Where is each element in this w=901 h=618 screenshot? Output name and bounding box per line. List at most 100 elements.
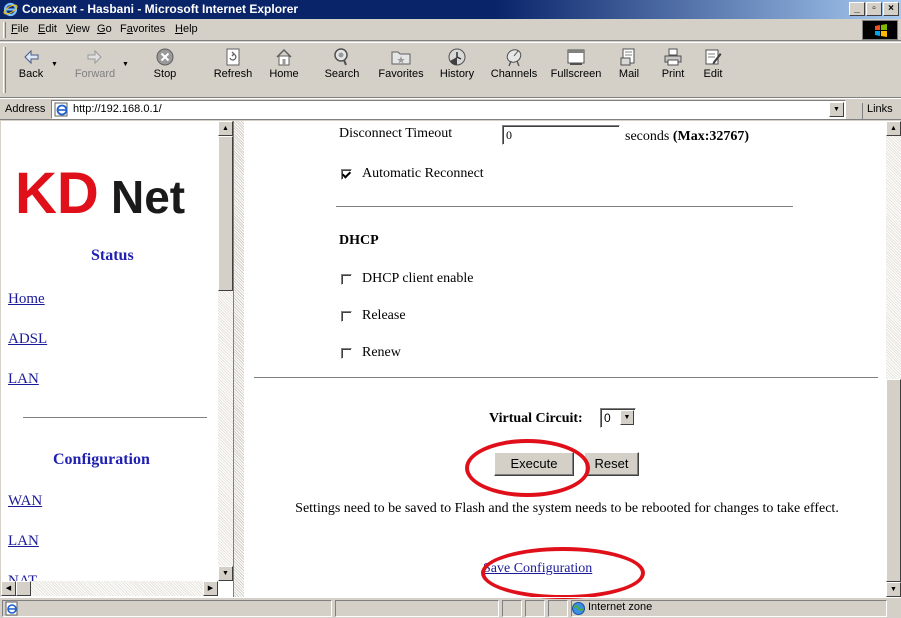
main-scroll-thumb[interactable] (886, 379, 901, 582)
nav-link-nat-clip: NAT (1, 569, 218, 581)
dhcp-heading: DHCP (339, 233, 379, 248)
form-divider (254, 377, 878, 379)
disconnect-timeout-input[interactable]: 0 (502, 125, 620, 145)
renew-label: Renew (362, 345, 401, 360)
nav-link-nat[interactable]: NAT (8, 573, 37, 581)
auto-reconnect-checkbox[interactable] (341, 169, 352, 180)
disconnect-unit-text: seconds (625, 129, 670, 144)
nav-link-lan-config[interactable]: LAN (8, 533, 39, 550)
favorites-button[interactable]: Favorites (372, 47, 430, 80)
disconnect-timeout-label: Disconnect Timeout (339, 126, 453, 141)
edit-page-icon (705, 49, 722, 65)
favorites-folder-icon (391, 51, 411, 65)
links-button[interactable]: Links (862, 103, 893, 119)
throbber (862, 20, 898, 40)
main-scroll-up-button[interactable]: ▲ (886, 121, 901, 136)
fullscreen-button[interactable]: Fullscreen (546, 47, 606, 80)
main-content-frame: Disconnect Timeout 0 seconds (Max:32767)… (244, 121, 890, 599)
menu-view[interactable]: View (66, 23, 90, 35)
address-label: Address (5, 103, 46, 115)
virtual-circuit-value: 0 (604, 411, 611, 425)
nav-link-adsl[interactable]: ADSL (8, 331, 47, 348)
save-configuration-link[interactable]: Save Configuration (483, 561, 592, 577)
forward-arrow-icon (87, 49, 102, 65)
execute-button[interactable]: Execute (494, 452, 574, 476)
menu-bar: File Edit View Go Favorites Help (0, 19, 901, 41)
virtual-circuit-dropdown-icon[interactable]: ▼ (620, 410, 634, 425)
left-scroll-down-button[interactable]: ▼ (218, 566, 233, 581)
history-button[interactable]: History (432, 47, 482, 80)
renew-checkbox[interactable] (341, 348, 352, 359)
nav-link-wan[interactable]: WAN (8, 493, 42, 510)
history-icon (448, 48, 466, 66)
menu-help[interactable]: Help (175, 23, 198, 35)
channels-button[interactable]: Channels (486, 47, 542, 80)
status-bar: Internet zone (0, 597, 901, 618)
maximize-button[interactable]: ▫ (866, 2, 882, 16)
printer-icon (664, 48, 682, 66)
auto-reconnect-label: Automatic Reconnect (362, 166, 484, 181)
address-dropdown-button[interactable]: ▼ (829, 102, 844, 117)
section-divider (336, 206, 793, 208)
address-url: http://192.168.0.1/ (73, 103, 162, 115)
mail-icon (620, 48, 635, 66)
search-icon (334, 48, 348, 66)
edit-button[interactable]: Edit (698, 47, 728, 80)
frame-divider[interactable] (234, 121, 244, 597)
svg-text:KD: KD (15, 161, 99, 221)
menu-file[interactable]: File (11, 23, 29, 35)
svg-text:Net: Net (111, 171, 185, 221)
ie-logo-icon (3, 2, 18, 17)
address-input[interactable]: http://192.168.0.1/ ▼ (51, 100, 846, 119)
status-pane-c (548, 600, 568, 617)
close-button[interactable]: × (883, 2, 899, 16)
disconnect-unit: seconds (Max:32767) (625, 129, 749, 145)
disconnect-max: (Max:32767) (672, 129, 750, 144)
refresh-icon (226, 48, 240, 66)
left-scroll-thumb[interactable] (218, 136, 233, 291)
main-vertical-scrollbar[interactable]: ▲ ▼ (886, 121, 901, 597)
status-message-pane (2, 600, 332, 617)
left-scroll-right-button[interactable]: ▶ (203, 581, 218, 596)
back-arrow-icon (24, 49, 39, 65)
stop-icon (156, 48, 174, 66)
dhcp-client-checkbox[interactable] (341, 274, 352, 285)
toolbar-grip (3, 47, 6, 93)
left-vertical-scrollbar[interactable]: ▲ ▼ (218, 121, 233, 581)
menu-favorites[interactable]: Favorites (120, 23, 165, 35)
ie-page-icon (54, 102, 68, 117)
status-heading: Status (91, 247, 134, 264)
nav-link-lan-status[interactable]: LAN (8, 371, 39, 388)
main-scroll-down-button[interactable]: ▼ (886, 582, 901, 597)
refresh-button[interactable]: Refresh (211, 47, 255, 80)
menubar-grip (3, 22, 6, 38)
nav-link-home[interactable]: Home (8, 291, 45, 308)
left-scroll-up-button[interactable]: ▲ (218, 121, 233, 136)
save-notice-text: Settings need to be saved to Flash and t… (295, 501, 839, 516)
mail-button[interactable]: Mail (614, 47, 644, 80)
virtual-circuit-select[interactable]: 0 ▼ (600, 408, 636, 428)
menu-go[interactable]: Go (97, 23, 112, 35)
left-hscroll-thumb[interactable] (16, 581, 31, 596)
reset-button[interactable]: Reset (584, 452, 639, 476)
dhcp-client-label: DHCP client enable (362, 271, 474, 286)
virtual-circuit-label: Virtual Circuit: (489, 411, 583, 426)
home-icon (276, 48, 292, 66)
search-button[interactable]: Search (320, 47, 364, 80)
channels-satellite-icon (506, 49, 522, 67)
left-nav-frame: KD Net Status Home ADSL LAN Configuratio… (1, 121, 234, 597)
home-button[interactable]: Home (265, 47, 303, 80)
menu-edit[interactable]: Edit (38, 23, 57, 35)
left-scroll-left-button[interactable]: ◀ (1, 581, 16, 596)
minimize-button[interactable]: _ (849, 2, 865, 16)
forward-button[interactable]: Forward (72, 47, 118, 80)
window-title: Conexant - Hasbani - Microsoft Internet … (22, 2, 299, 16)
page-status-icon (5, 601, 18, 616)
fullscreen-icon (567, 49, 585, 65)
nav-divider (23, 417, 207, 418)
stop-button[interactable]: Stop (145, 47, 185, 80)
print-button[interactable]: Print (658, 47, 688, 80)
release-checkbox[interactable] (341, 311, 352, 322)
back-button[interactable]: Back (14, 47, 48, 80)
left-horizontal-scrollbar[interactable]: ◀ ▶ (1, 581, 218, 596)
